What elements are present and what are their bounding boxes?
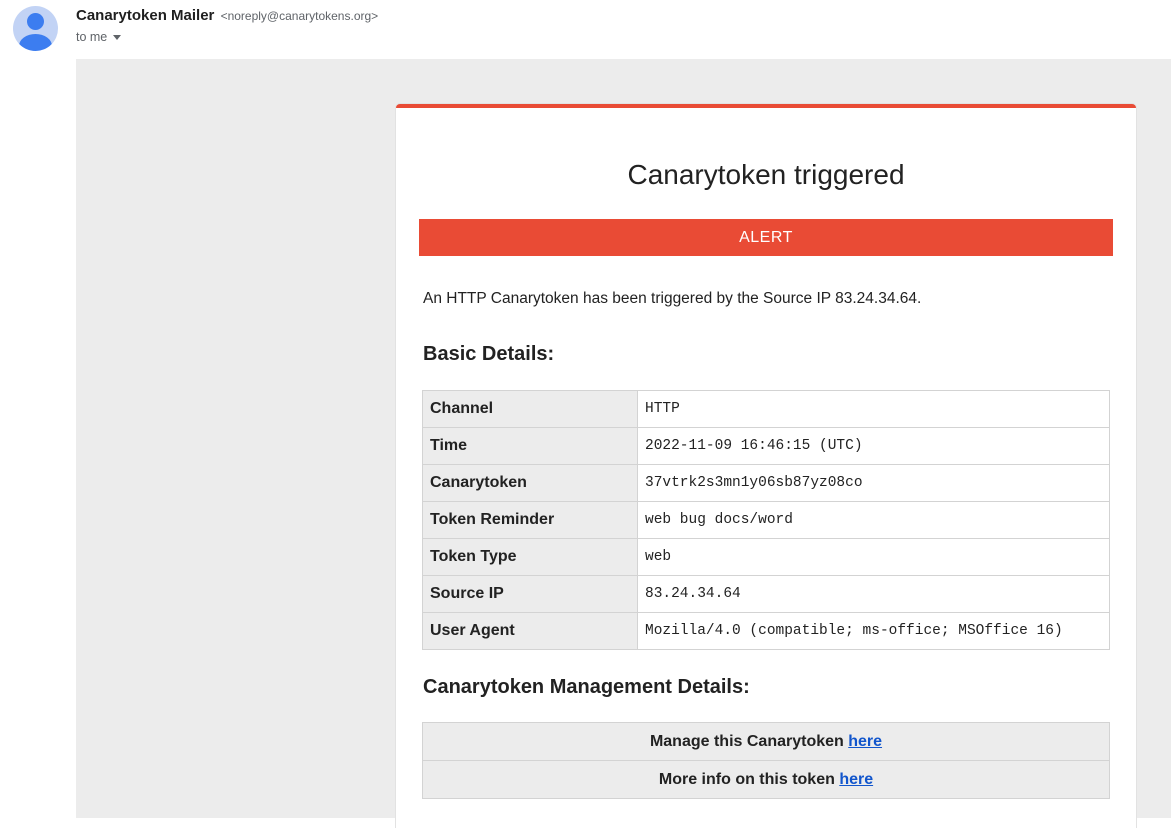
card-title: Canarytoken triggered	[627, 159, 905, 190]
detail-key: User Agent	[422, 612, 638, 650]
recipient-label: to me	[76, 30, 108, 44]
table-row: Time 2022-11-09 16:46:15 (UTC)	[422, 427, 1110, 465]
management-table: Manage this Canarytoken here More info o…	[422, 722, 1110, 799]
management-details-heading: Canarytoken Management Details:	[423, 676, 750, 698]
detail-key: Source IP	[422, 575, 638, 613]
detail-value: 83.24.34.64	[637, 575, 1110, 613]
alert-message: An HTTP Canarytoken has been triggered b…	[423, 290, 922, 307]
detail-key: Channel	[422, 390, 638, 428]
alert-card: Canarytoken triggered ALERT An HTTP Cana…	[396, 104, 1136, 828]
manage-token-link[interactable]: here	[848, 733, 882, 750]
detail-key: Token Type	[422, 538, 638, 576]
detail-key: Time	[422, 427, 638, 465]
more-info-cell: More info on this token here	[422, 760, 1110, 799]
avatar-head-icon	[27, 13, 44, 30]
detail-value: web bug docs/word	[637, 501, 1110, 539]
table-row: Canarytoken 37vtrk2s3mn1y06sb87yz08co	[422, 464, 1110, 502]
table-row: Token Type web	[422, 538, 1110, 576]
table-row: More info on this token here	[422, 760, 1110, 799]
avatar-body-icon	[19, 34, 52, 51]
sender-line: Canarytoken Mailer <noreply@canarytokens…	[76, 7, 378, 24]
recipient-details-toggle[interactable]: to me	[76, 30, 122, 44]
sender-email: <noreply@canarytokens.org>	[220, 9, 379, 23]
table-row: Manage this Canarytoken here	[422, 722, 1110, 761]
more-info-text: More info on this token	[658, 770, 840, 788]
detail-value: 37vtrk2s3mn1y06sb87yz08co	[637, 464, 1110, 502]
basic-details-table: Channel HTTP Time 2022-11-09 16:46:15 (U…	[422, 390, 1110, 650]
table-row: User Agent Mozilla/4.0 (compatible; ms-o…	[422, 612, 1110, 650]
sender-name[interactable]: Canarytoken Mailer	[76, 7, 214, 24]
alert-banner: ALERT	[419, 219, 1113, 256]
table-row: Channel HTTP	[422, 390, 1110, 428]
detail-value: Mozilla/4.0 (compatible; ms-office; MSOf…	[637, 612, 1110, 650]
detail-key: Canarytoken	[422, 464, 638, 502]
caret-down-icon[interactable]	[113, 35, 122, 41]
manage-token-cell: Manage this Canarytoken here	[422, 722, 1110, 761]
detail-value: 2022-11-09 16:46:15 (UTC)	[637, 427, 1110, 465]
detail-key: Token Reminder	[422, 501, 638, 539]
detail-value: HTTP	[637, 390, 1110, 428]
basic-details-heading: Basic Details:	[423, 343, 555, 365]
more-info-link[interactable]: here	[839, 771, 873, 788]
table-row: Source IP 83.24.34.64	[422, 575, 1110, 613]
table-row: Token Reminder web bug docs/word	[422, 501, 1110, 539]
detail-value: web	[637, 538, 1110, 576]
sender-avatar[interactable]	[13, 6, 58, 51]
manage-token-text: Manage this Canarytoken	[649, 732, 849, 750]
